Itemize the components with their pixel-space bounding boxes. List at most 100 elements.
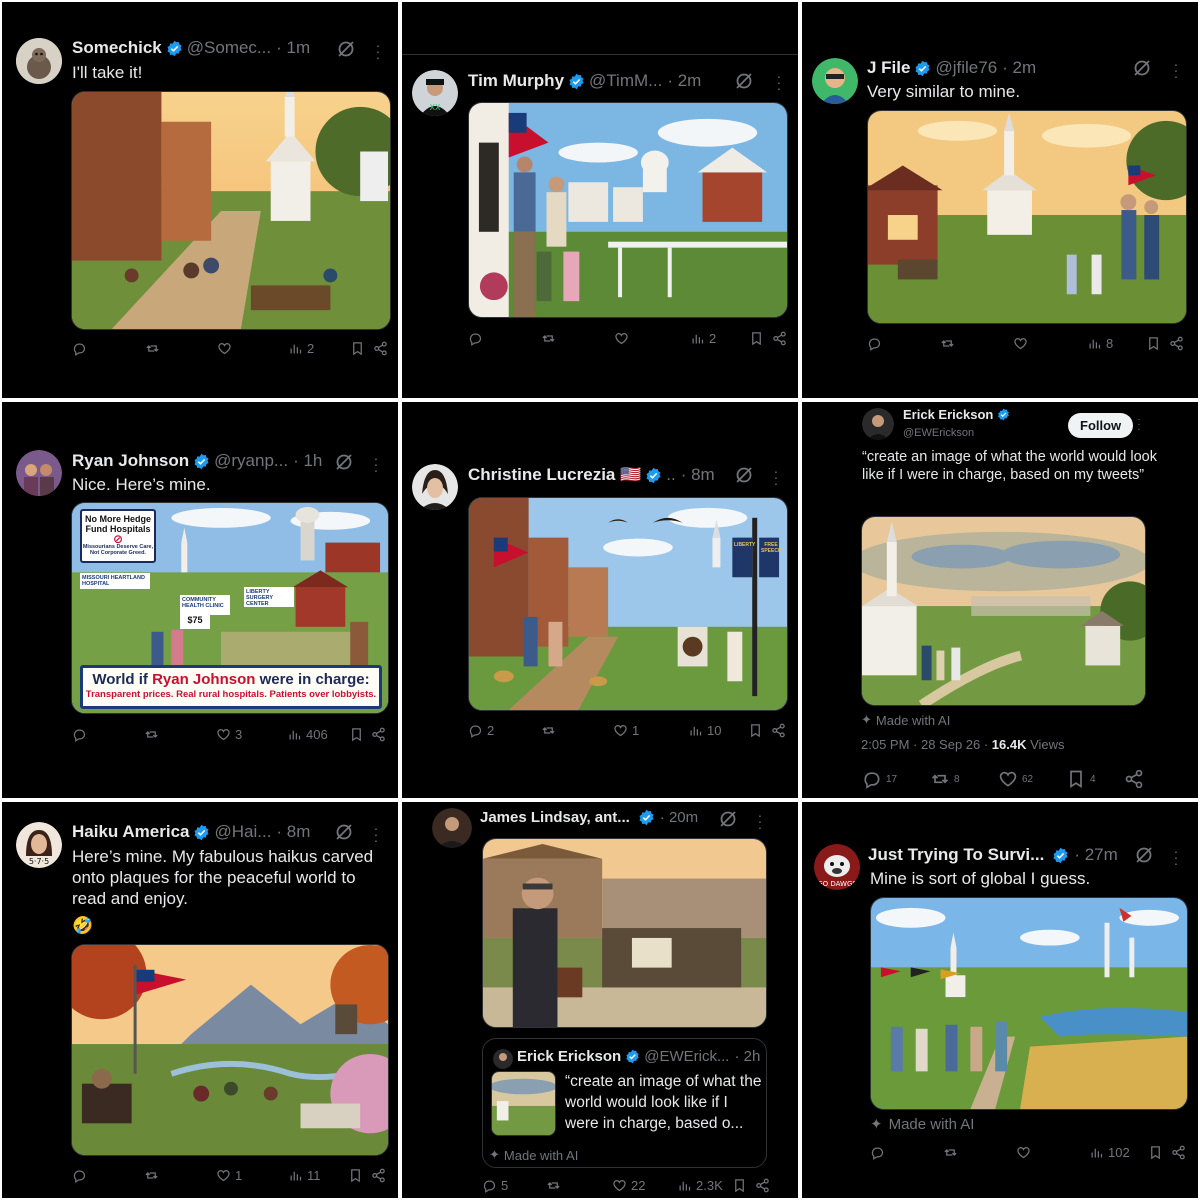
like-button[interactable] <box>1013 336 1032 351</box>
post-time[interactable]: · 20m <box>660 809 698 826</box>
post-time[interactable]: · 8m <box>681 465 715 485</box>
grok-icon[interactable] <box>1132 58 1152 78</box>
grok-icon[interactable] <box>718 809 738 829</box>
reply-button[interactable] <box>72 727 91 742</box>
post-erick-erickson[interactable]: Erick Erickson @EWErickson Follow · · · “c… <box>802 402 1198 798</box>
bookmark-button[interactable] <box>732 1178 751 1193</box>
views-button[interactable]: 406 <box>287 727 328 742</box>
author-name[interactable]: James Lindsay, ant... <box>480 809 630 826</box>
like-button[interactable]: 22 <box>612 1178 645 1193</box>
author-handle[interactable]: @ryanp... <box>214 451 288 471</box>
bookmark-button[interactable] <box>748 723 767 738</box>
post-image[interactable] <box>870 897 1188 1110</box>
bookmark-button[interactable] <box>1146 336 1165 351</box>
post-ryan-johnson[interactable]: Ryan Johnson @ryanp... · 1h · · · Nice. He… <box>2 402 398 798</box>
post-image[interactable]: LIBERTY FREE SPEECH <box>468 497 788 711</box>
author-handle[interactable]: .. <box>666 465 675 485</box>
more-icon[interactable]: · · · <box>375 38 381 64</box>
post-image[interactable]: No More Hedge Fund Hospitals ⊘ Missouria… <box>71 502 389 714</box>
grok-icon[interactable] <box>334 822 354 842</box>
share-button[interactable] <box>772 331 791 346</box>
share-button[interactable] <box>373 341 392 356</box>
like-button[interactable] <box>614 331 633 346</box>
reply-button[interactable] <box>468 331 487 346</box>
share-button[interactable] <box>755 1178 774 1193</box>
post-image[interactable] <box>482 838 767 1028</box>
like-button[interactable]: 62 <box>998 769 1033 789</box>
like-button[interactable]: 1 <box>613 723 639 738</box>
author-name[interactable]: Ryan Johnson <box>72 451 189 471</box>
post-time[interactable]: · 2m <box>667 71 701 91</box>
like-button[interactable] <box>217 341 236 356</box>
like-button[interactable]: 3 <box>216 727 242 742</box>
like-button[interactable] <box>1016 1145 1035 1160</box>
reply-button[interactable]: 2 <box>468 723 494 738</box>
avatar[interactable] <box>16 38 62 84</box>
views-button[interactable]: 11 <box>288 1168 321 1183</box>
bookmark-button[interactable] <box>349 727 368 742</box>
reply-button[interactable]: 17 <box>862 769 897 789</box>
avatar[interactable] <box>412 464 458 510</box>
grok-icon[interactable] <box>334 452 354 472</box>
author-name[interactable]: Tim Murphy <box>468 71 564 91</box>
post-time[interactable]: · 1m <box>276 38 310 58</box>
author-handle[interactable]: @TimM... <box>589 71 662 91</box>
author-name[interactable]: Christine Lucrezia 🇺🇸 <box>468 465 641 485</box>
post-christine-lucrezia[interactable]: Christine Lucrezia 🇺🇸 .. · 8m · · · LIBE… <box>402 402 798 798</box>
more-icon[interactable]: · · · <box>1136 415 1142 437</box>
views-button[interactable]: 2.3K <box>677 1178 723 1193</box>
avatar[interactable]: 5·7·5 <box>16 822 62 868</box>
share-button[interactable] <box>771 723 790 738</box>
views-button[interactable]: 8 <box>1087 336 1113 351</box>
more-icon[interactable]: · · · <box>373 821 379 847</box>
reply-button[interactable] <box>870 1145 889 1160</box>
post-image[interactable] <box>468 102 788 318</box>
post-time[interactable]: · 1h <box>293 451 322 471</box>
reply-button[interactable] <box>72 341 91 356</box>
post-tim-murphy[interactable]: XX Tim Murphy @TimM... · 2m · · · 2 <box>402 2 798 398</box>
post-image[interactable] <box>71 91 391 330</box>
like-button[interactable]: 1 <box>216 1168 242 1183</box>
repost-button[interactable] <box>144 727 163 742</box>
repost-button[interactable] <box>943 1145 962 1160</box>
author-handle[interactable]: @Somec... <box>187 38 271 58</box>
post-image[interactable] <box>867 110 1187 324</box>
views-button[interactable]: 10 <box>688 723 721 738</box>
author-handle[interactable]: @jfile76 <box>935 58 997 78</box>
more-icon[interactable]: · · · <box>757 808 763 834</box>
author-name[interactable]: J File <box>867 58 910 78</box>
post-j-file[interactable]: J File @jfile76 · 2m · · · Very similar to… <box>802 2 1198 398</box>
bookmark-button[interactable] <box>348 1168 367 1183</box>
post-time[interactable]: · 8m <box>276 822 310 842</box>
share-button[interactable] <box>1169 336 1188 351</box>
grok-icon[interactable] <box>1134 845 1154 865</box>
avatar[interactable]: GO DAWGS <box>814 844 860 890</box>
grok-icon[interactable] <box>734 465 754 485</box>
bookmark-button[interactable] <box>749 331 768 346</box>
avatar[interactable] <box>812 58 858 104</box>
author-name[interactable]: Somechick <box>72 38 162 58</box>
share-button[interactable] <box>1124 769 1148 789</box>
more-icon[interactable]: · · · <box>373 451 379 477</box>
repost-button[interactable] <box>145 341 164 356</box>
avatar[interactable]: XX <box>412 70 458 116</box>
views-button[interactable]: 2 <box>690 331 716 346</box>
post-time[interactable]: · 27m <box>1074 845 1117 865</box>
share-button[interactable] <box>371 727 390 742</box>
share-button[interactable] <box>371 1168 390 1183</box>
author-name[interactable]: Erick Erickson <box>903 407 993 422</box>
post-james-lindsay[interactable]: James Lindsay, ant... · 20m · · · Erick … <box>402 802 798 1198</box>
grok-icon[interactable] <box>336 39 356 59</box>
post-just-trying-to-survive[interactable]: GO DAWGS Just Trying To Survi... · 27m ·… <box>802 802 1198 1198</box>
views-button[interactable]: 102 <box>1089 1145 1130 1160</box>
avatar[interactable] <box>432 808 472 848</box>
views-button[interactable]: 2 <box>288 341 314 356</box>
author-handle[interactable]: @EWErickson <box>903 427 974 439</box>
repost-button[interactable] <box>144 1168 163 1183</box>
repost-button[interactable] <box>541 723 560 738</box>
follow-button[interactable]: Follow <box>1068 413 1134 438</box>
reply-button[interactable] <box>72 1168 91 1183</box>
post-haiku-america[interactable]: 5·7·5 Haiku America @Hai... · 8m · · · Her… <box>2 802 398 1198</box>
post-image[interactable] <box>71 944 389 1156</box>
repost-button[interactable] <box>940 336 959 351</box>
